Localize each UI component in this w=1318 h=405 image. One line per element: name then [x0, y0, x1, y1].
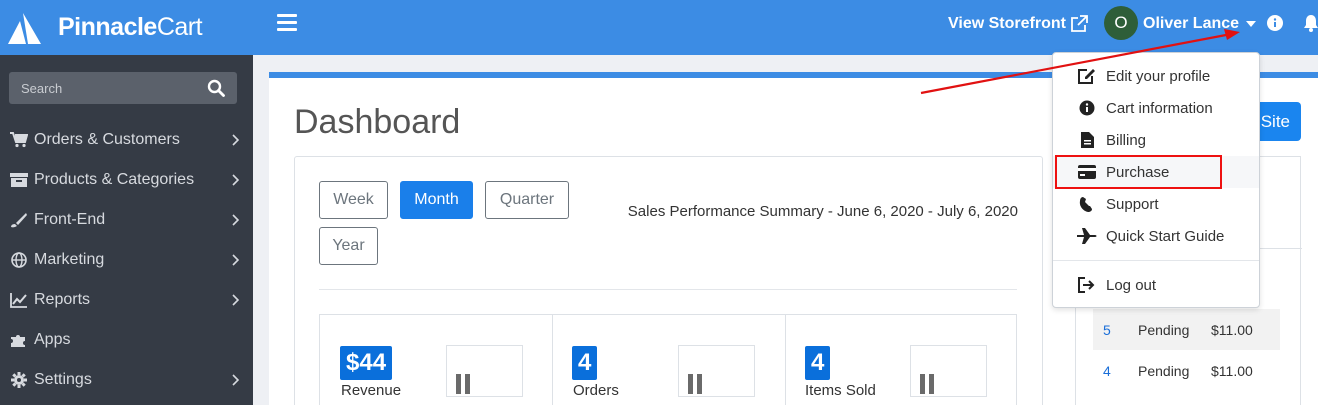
annotation-arrow [920, 29, 1240, 95]
